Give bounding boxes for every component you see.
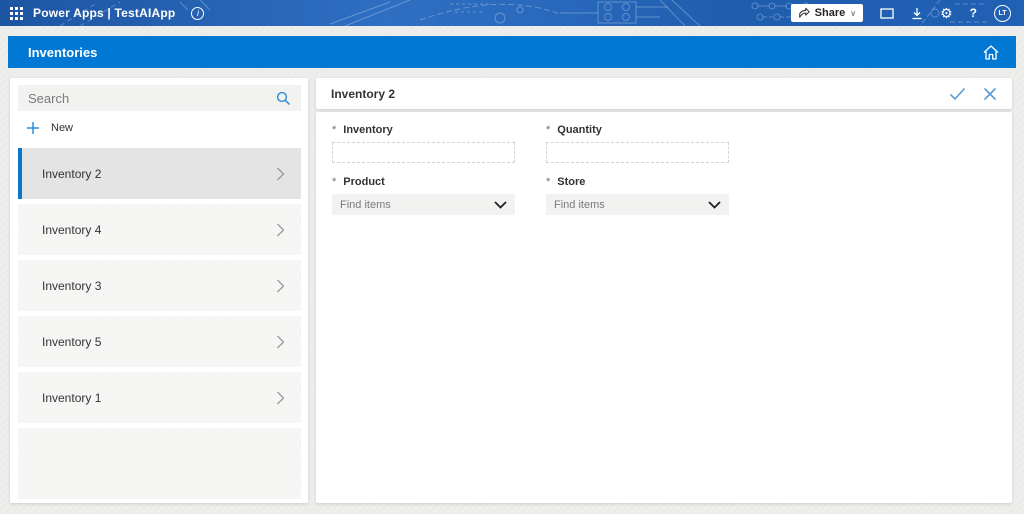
- chevron-right-icon: [276, 390, 285, 406]
- field-product: * Product Find items: [332, 176, 515, 215]
- record-header-bar: Inventory 2: [316, 78, 1012, 109]
- fit-to-screen-icon[interactable]: [880, 8, 894, 19]
- record-title: Inventory 2: [331, 87, 395, 101]
- new-record-button[interactable]: New: [26, 119, 73, 137]
- field-quantity: * Quantity: [546, 124, 729, 163]
- info-icon[interactable]: i: [191, 7, 204, 20]
- required-marker: *: [332, 124, 336, 136]
- required-marker: *: [546, 124, 550, 136]
- edit-form-panel: * Inventory * Quantity * Product Find it…: [316, 112, 1012, 503]
- app-launcher-waffle-icon[interactable]: [10, 7, 23, 20]
- product-combobox[interactable]: Find items: [332, 194, 515, 215]
- chevron-right-icon: [276, 166, 285, 182]
- plus-icon: [26, 121, 40, 135]
- field-label-row: * Quantity: [546, 124, 729, 136]
- record-list: Inventory 2 Inventory 4 Inventory 3 Inve…: [18, 148, 301, 499]
- combobox-placeholder: Find items: [554, 199, 605, 211]
- topbar-actions: Share ∨ ⚙ ? LT: [791, 4, 1024, 22]
- cancel-close-icon[interactable]: [983, 87, 997, 101]
- field-store: * Store Find items: [546, 176, 729, 215]
- settings-gear-icon[interactable]: ⚙: [940, 6, 953, 20]
- field-label: Store: [557, 176, 585, 188]
- quantity-input[interactable]: [546, 142, 729, 163]
- search-input[interactable]: [28, 91, 276, 106]
- home-icon[interactable]: [982, 44, 1000, 61]
- required-marker: *: [332, 176, 336, 188]
- chevron-right-icon: [276, 222, 285, 238]
- list-item-inventory-5[interactable]: Inventory 5: [18, 316, 301, 367]
- field-label: Inventory: [343, 124, 393, 136]
- field-label: Product: [343, 176, 385, 188]
- search-icon[interactable]: [276, 91, 291, 106]
- field-label-row: * Product: [332, 176, 515, 188]
- field-label-row: * Store: [546, 176, 729, 188]
- top-bar: Power Apps | TestAIApp i Share ∨ ⚙ ?: [0, 0, 1024, 26]
- new-button-label: New: [51, 122, 73, 134]
- field-label: Quantity: [557, 124, 602, 136]
- list-item-label: Inventory 5: [42, 335, 101, 349]
- record-list-sidebar: New Inventory 2 Inventory 4 Inventory 3: [10, 78, 308, 503]
- help-icon[interactable]: ?: [970, 6, 977, 20]
- list-item-inventory-2[interactable]: Inventory 2: [18, 148, 301, 199]
- list-item-empty: [18, 428, 301, 499]
- download-icon[interactable]: [911, 7, 923, 20]
- list-item-label: Inventory 1: [42, 391, 101, 405]
- field-inventory: * Inventory: [332, 124, 515, 163]
- user-avatar[interactable]: LT: [994, 5, 1011, 22]
- field-label-row: * Inventory: [332, 124, 515, 136]
- list-item-label: Inventory 2: [42, 167, 101, 181]
- list-item-inventory-3[interactable]: Inventory 3: [18, 260, 301, 311]
- store-combobox[interactable]: Find items: [546, 194, 729, 215]
- app-breadcrumb-title: Power Apps | TestAIApp: [33, 6, 175, 20]
- chevron-down-icon: [708, 201, 721, 209]
- chevron-right-icon: [276, 278, 285, 294]
- chevron-right-icon: [276, 334, 285, 350]
- chevron-down-icon: [494, 201, 507, 209]
- page-title: Inventories: [28, 45, 97, 60]
- required-marker: *: [546, 176, 550, 188]
- list-item-inventory-4[interactable]: Inventory 4: [18, 204, 301, 255]
- list-item-label: Inventory 3: [42, 279, 101, 293]
- save-check-icon[interactable]: [949, 87, 966, 101]
- list-item-label: Inventory 4: [42, 223, 101, 237]
- share-button[interactable]: Share ∨: [791, 4, 863, 22]
- record-actions: [949, 87, 997, 101]
- share-chevron-icon: ∨: [850, 9, 856, 18]
- list-item-inventory-1[interactable]: Inventory 1: [18, 372, 301, 423]
- search-box[interactable]: [18, 85, 301, 111]
- inventory-input[interactable]: [332, 142, 515, 163]
- power-apps-player-page: Power Apps | TestAIApp i Share ∨ ⚙ ?: [0, 0, 1024, 514]
- combobox-placeholder: Find items: [340, 199, 391, 211]
- share-button-label: Share: [815, 7, 846, 19]
- screen-header: Inventories: [8, 36, 1016, 68]
- share-icon: [798, 7, 810, 19]
